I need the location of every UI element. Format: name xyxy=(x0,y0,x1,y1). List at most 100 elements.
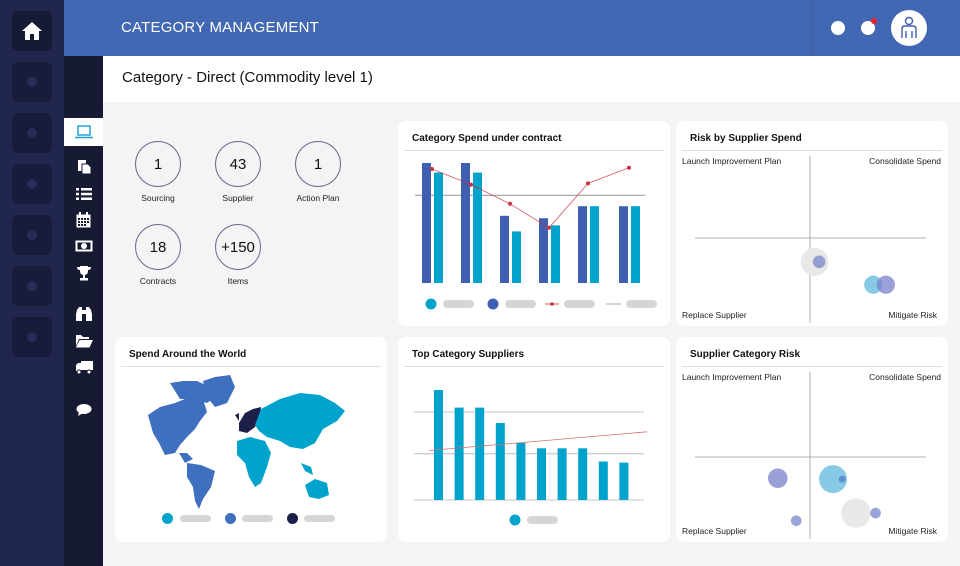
bubble-point xyxy=(768,468,788,489)
laptop-icon xyxy=(74,125,93,139)
legend-label-placeholder xyxy=(626,300,657,308)
app-rail xyxy=(0,0,64,566)
rail-home-button[interactable] xyxy=(12,11,52,51)
app-title: CATEGORY MANAGEMENT xyxy=(121,19,319,36)
legend-swatch-series-b xyxy=(425,298,437,310)
subnav-item-list[interactable] xyxy=(64,180,103,208)
comment-icon xyxy=(76,404,91,416)
notification-badge xyxy=(871,18,877,24)
legend-label-placeholder xyxy=(505,300,536,308)
card-top-suppliers: Top Category Suppliers xyxy=(398,337,670,542)
list-icon xyxy=(75,188,92,200)
rail-item-6[interactable] xyxy=(12,317,52,357)
stat-value: 18 xyxy=(135,224,181,270)
stat-value: 43 xyxy=(215,141,261,187)
world-map xyxy=(148,375,345,509)
stat-label: Contracts xyxy=(139,276,177,286)
stat-items[interactable]: +150 Items xyxy=(208,224,268,286)
subnav-item-folder[interactable] xyxy=(64,327,103,355)
bar-supplier xyxy=(619,462,629,500)
subnav-item-documents[interactable] xyxy=(64,153,103,181)
bubble-point xyxy=(876,275,895,294)
bar-supplier xyxy=(434,390,443,500)
rail-item-3[interactable] xyxy=(12,164,52,204)
risk-spend-chart xyxy=(695,156,926,323)
legend-label-placeholder xyxy=(564,300,595,308)
binoculars-icon xyxy=(75,307,92,321)
spend-contract-chart xyxy=(415,163,657,310)
map-region-asia-africa-oceania xyxy=(237,393,345,499)
subnav-item-laptop[interactable] xyxy=(64,118,103,146)
legend-swatch-trend-dot xyxy=(550,302,554,306)
bar-supplier xyxy=(475,407,485,500)
calendar-icon xyxy=(76,212,91,228)
stat-value: +150 xyxy=(215,224,261,270)
card-supplier-risk: Supplier Category Risk Launch Improvemen… xyxy=(676,337,948,542)
rail-item-2[interactable] xyxy=(12,113,52,153)
rail-item-1[interactable] xyxy=(12,62,52,102)
card-risk-spend: Risk by Supplier Spend Launch Improvemen… xyxy=(676,121,948,326)
bubble-point xyxy=(812,255,826,269)
legend-swatch-blue xyxy=(225,513,236,524)
quadrant-label-bottom-left: Replace Supplier xyxy=(682,526,747,536)
placeholder-dot-icon xyxy=(27,332,37,342)
bubble-point xyxy=(790,515,802,527)
card-world: Spend Around the World xyxy=(115,337,387,542)
stat-action-plan[interactable]: 1 Action Plan xyxy=(288,141,348,203)
placeholder-dot-icon xyxy=(27,77,37,87)
money-icon xyxy=(75,240,92,252)
bar-series-a xyxy=(539,218,548,283)
bar-supplier xyxy=(557,448,567,500)
subnav-item-calendar[interactable] xyxy=(64,206,103,234)
subnav-item-trophy[interactable] xyxy=(64,259,103,287)
map-region-americas xyxy=(148,375,235,509)
truck-icon xyxy=(75,360,93,374)
top-bar: CATEGORY MANAGEMENT xyxy=(64,0,960,56)
quadrant-label-bottom-right: Mitigate Risk xyxy=(888,310,937,320)
legend-label-placeholder xyxy=(443,300,474,308)
bar-series-a xyxy=(422,163,431,283)
legend-swatch-suppliers xyxy=(509,514,521,526)
legend-label-placeholder xyxy=(527,516,558,524)
bar-supplier xyxy=(598,461,608,500)
trend-point xyxy=(430,167,434,171)
subnav-item-truck[interactable] xyxy=(64,353,103,381)
quadrant-label-bottom-right: Mitigate Risk xyxy=(888,526,937,536)
subnav-item-comment[interactable] xyxy=(64,396,103,424)
stat-label: Sourcing xyxy=(141,193,175,203)
status-icon[interactable] xyxy=(831,21,845,35)
bar-supplier xyxy=(454,407,464,500)
bar-supplier xyxy=(516,442,526,500)
subnav-item-binoculars[interactable] xyxy=(64,300,103,328)
bar-series-b xyxy=(590,206,599,283)
quadrant-label-top-right: Consolidate Spend xyxy=(869,372,941,382)
stat-contracts[interactable]: 18 Contracts xyxy=(128,224,188,286)
sub-nav xyxy=(64,56,103,566)
stat-value: 1 xyxy=(295,141,341,187)
placeholder-dot-icon xyxy=(27,230,37,240)
home-icon xyxy=(22,22,42,40)
trend-point xyxy=(508,201,512,206)
rail-item-5[interactable] xyxy=(12,266,52,306)
quadrant-label-bottom-left: Replace Supplier xyxy=(682,310,747,320)
bar-series-b xyxy=(631,206,640,283)
legend-swatch-navy xyxy=(287,513,298,524)
bar-supplier xyxy=(495,423,505,500)
placeholder-dot-icon xyxy=(27,281,37,291)
bar-supplier xyxy=(537,448,546,500)
subnav-item-money[interactable] xyxy=(64,232,103,260)
supplier-risk-chart xyxy=(695,372,926,539)
trend-point xyxy=(469,182,473,187)
rail-item-4[interactable] xyxy=(12,215,52,255)
legend-label-placeholder xyxy=(304,515,335,522)
stat-supplier[interactable]: 43 Supplier xyxy=(208,141,268,203)
stat-sourcing[interactable]: 1 Sourcing xyxy=(128,141,188,203)
trend-point xyxy=(586,181,590,186)
stat-label: Supplier xyxy=(222,193,254,203)
legend-swatch-cyan xyxy=(162,513,173,524)
bubble-point xyxy=(838,475,846,483)
bubble-point xyxy=(870,507,881,519)
documents-icon xyxy=(77,160,91,175)
user-avatar[interactable] xyxy=(891,10,927,46)
user-avatar-icon xyxy=(901,16,917,38)
